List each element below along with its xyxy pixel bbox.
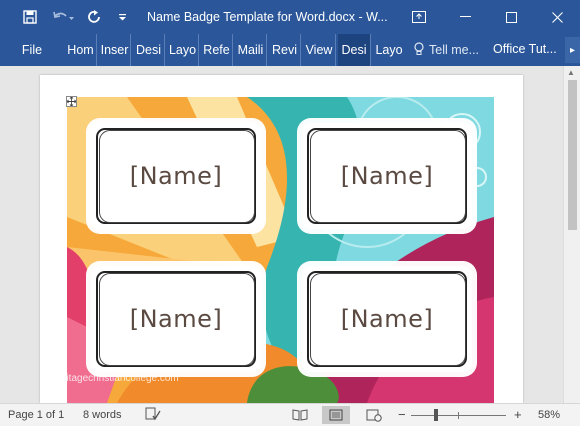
maximize-icon[interactable]	[488, 0, 534, 34]
account-name[interactable]: Office Tut...	[493, 34, 557, 66]
name-badge[interactable]: [Name]	[91, 123, 261, 229]
zoom-slider-thumb[interactable]	[434, 409, 438, 421]
tab-view[interactable]: View	[303, 34, 336, 66]
word-count[interactable]: 8 words	[83, 404, 122, 426]
table-move-handle-icon[interactable]	[66, 96, 77, 107]
document-title: Name Badge Template for Word.docx - W...	[147, 10, 388, 24]
undo-icon[interactable]	[48, 0, 78, 34]
status-bar: Page 1 of 1 8 words − + 58%	[0, 403, 580, 426]
print-layout-icon[interactable]	[322, 406, 350, 424]
zoom-in-button[interactable]: +	[514, 404, 522, 426]
tab-table-layout[interactable]: Layo	[372, 34, 406, 66]
web-layout-icon[interactable]	[360, 406, 388, 424]
scroll-up-icon[interactable]: ▲	[567, 68, 575, 77]
badge-name-placeholder[interactable]: [Name]	[302, 123, 472, 229]
tab-table-design[interactable]: Desi	[338, 34, 371, 66]
tab-layout[interactable]: Layo	[167, 34, 199, 66]
ribbon-display-options-icon[interactable]	[396, 0, 442, 34]
tab-mailings[interactable]: Maili	[235, 34, 267, 66]
tab-insert[interactable]: Inser	[99, 34, 131, 66]
redo-icon[interactable]	[84, 0, 106, 34]
tell-me-search[interactable]: Tell me...	[414, 34, 479, 66]
word-window: Name Badge Template for Word.docx - W...…	[0, 0, 580, 426]
tab-home[interactable]: Hom	[65, 34, 97, 66]
scrollbar-thumb[interactable]	[568, 80, 577, 230]
tab-file[interactable]: File	[12, 34, 52, 66]
read-mode-icon[interactable]	[286, 406, 314, 424]
tab-review[interactable]: Revi	[269, 34, 301, 66]
badge-name-placeholder[interactable]: [Name]	[91, 266, 261, 372]
badge-name-placeholder[interactable]: [Name]	[302, 266, 472, 372]
minimize-icon[interactable]	[442, 0, 488, 34]
zoom-level[interactable]: 58%	[538, 404, 560, 426]
save-icon[interactable]	[16, 0, 44, 34]
proofing-icon[interactable]	[145, 407, 161, 423]
close-icon[interactable]	[534, 0, 580, 34]
page-count[interactable]: Page 1 of 1	[8, 404, 64, 426]
badge-name-placeholder[interactable]: [Name]	[91, 123, 261, 229]
name-badge[interactable]: [Name]	[302, 123, 472, 229]
tab-references[interactable]: Refe	[201, 34, 233, 66]
watermark: neritagechristiancollege.com	[52, 373, 179, 384]
tell-me-label: Tell me...	[429, 43, 480, 57]
name-badge[interactable]: [Name]	[302, 266, 472, 372]
name-badge[interactable]: [Name]	[91, 266, 261, 372]
zoom-out-button[interactable]: −	[398, 404, 406, 426]
customize-quick-access-icon[interactable]	[114, 0, 130, 34]
vertical-scrollbar[interactable]: ▲	[563, 66, 580, 403]
title-bar: Name Badge Template for Word.docx - W...	[0, 0, 580, 34]
ribbon-scroll-right-icon[interactable]: ▸	[565, 37, 580, 63]
tab-design[interactable]: Desi	[133, 34, 165, 66]
lightbulb-icon	[414, 41, 424, 59]
